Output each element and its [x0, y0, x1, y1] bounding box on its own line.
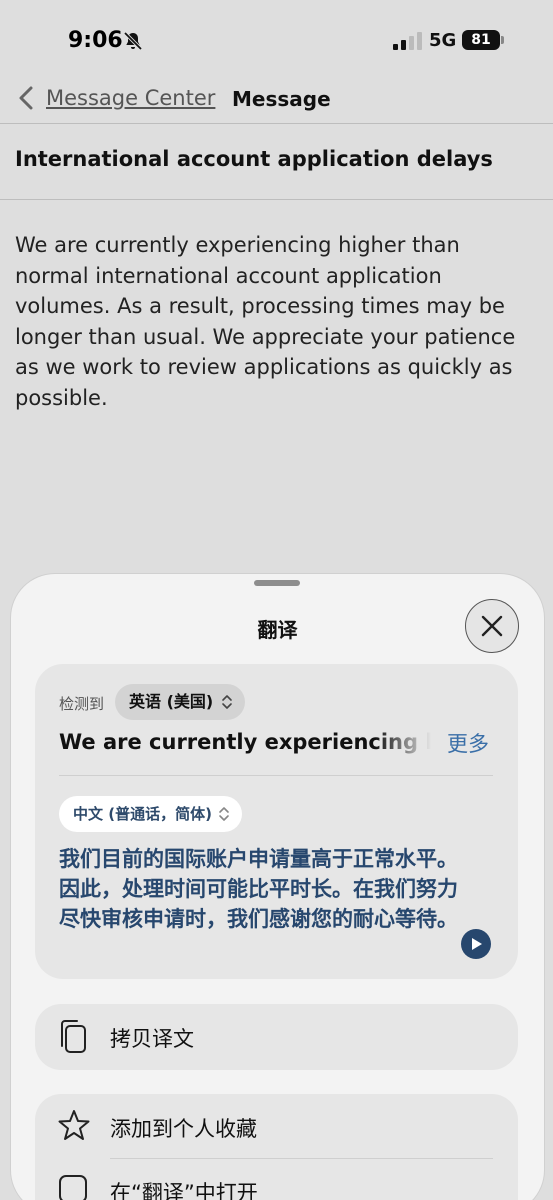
sheet-title: 翻译	[257, 618, 298, 642]
status-bar: 9:06 5G 81	[0, 0, 553, 80]
target-language-selector[interactable]: 中文 (普通话，简体)	[59, 796, 242, 832]
back-chevron-icon[interactable]	[14, 82, 38, 114]
add-favorite-label: 添加到个人收藏	[110, 1117, 257, 1141]
divider	[59, 775, 493, 776]
bell-off-icon	[123, 31, 143, 51]
sheet-grabber[interactable]	[254, 580, 300, 586]
battery-icon: 81	[462, 30, 500, 50]
target-language-label: 中文 (普通话，简体)	[73, 805, 212, 823]
page-title: Message	[232, 87, 331, 111]
translate-sheet: 翻译 检测到 英语 (美国) We are currently experien…	[11, 574, 544, 1200]
translation-card: 检测到 英语 (美国) We are currently experiencin…	[35, 664, 518, 979]
back-link[interactable]: Message Center	[46, 86, 215, 110]
message-subject: International account application delays	[15, 147, 493, 171]
translated-text: 我们目前的国际账户申请量高于正常水平。因此，处理时间可能比平时长。在我们努力尽快…	[59, 847, 458, 931]
play-button[interactable]	[461, 929, 491, 959]
add-favorite-button[interactable]: 添加到个人收藏	[35, 1094, 518, 1158]
open-in-translate-button[interactable]: 在“翻译”中打开	[35, 1159, 518, 1200]
network-type: 5G	[429, 30, 457, 51]
navigation-bar: Message Center Message	[0, 78, 553, 124]
open-in-translate-label: 在“翻译”中打开	[110, 1181, 258, 1200]
up-down-chevron-icon	[219, 807, 229, 821]
source-text: We are currently experiencing higher tha…	[59, 730, 431, 754]
close-icon	[481, 615, 503, 637]
up-down-chevron-icon	[222, 695, 233, 709]
status-time: 9:06	[68, 28, 123, 53]
battery-tip	[501, 36, 504, 44]
copy-translation-label: 拷贝译文	[110, 1027, 194, 1051]
detected-label: 检测到	[59, 695, 105, 713]
message-subject-bar: International account application delays	[0, 125, 553, 200]
translate-app-icon	[59, 1175, 87, 1200]
message-body: We are currently experiencing higher tha…	[15, 233, 516, 410]
action-group: 添加到个人收藏 在“翻译”中打开	[35, 1094, 518, 1200]
play-icon	[472, 938, 482, 950]
star-icon	[58, 1110, 90, 1140]
cellular-signal-icon	[393, 32, 422, 50]
source-language-label: 英语 (美国)	[129, 692, 214, 711]
close-button[interactable]	[465, 599, 519, 653]
copy-icon	[61, 1020, 86, 1053]
copy-translation-button[interactable]: 拷贝译文	[35, 1004, 518, 1070]
source-language-selector[interactable]: 英语 (美国)	[115, 684, 246, 720]
more-button[interactable]: 更多	[447, 728, 489, 758]
